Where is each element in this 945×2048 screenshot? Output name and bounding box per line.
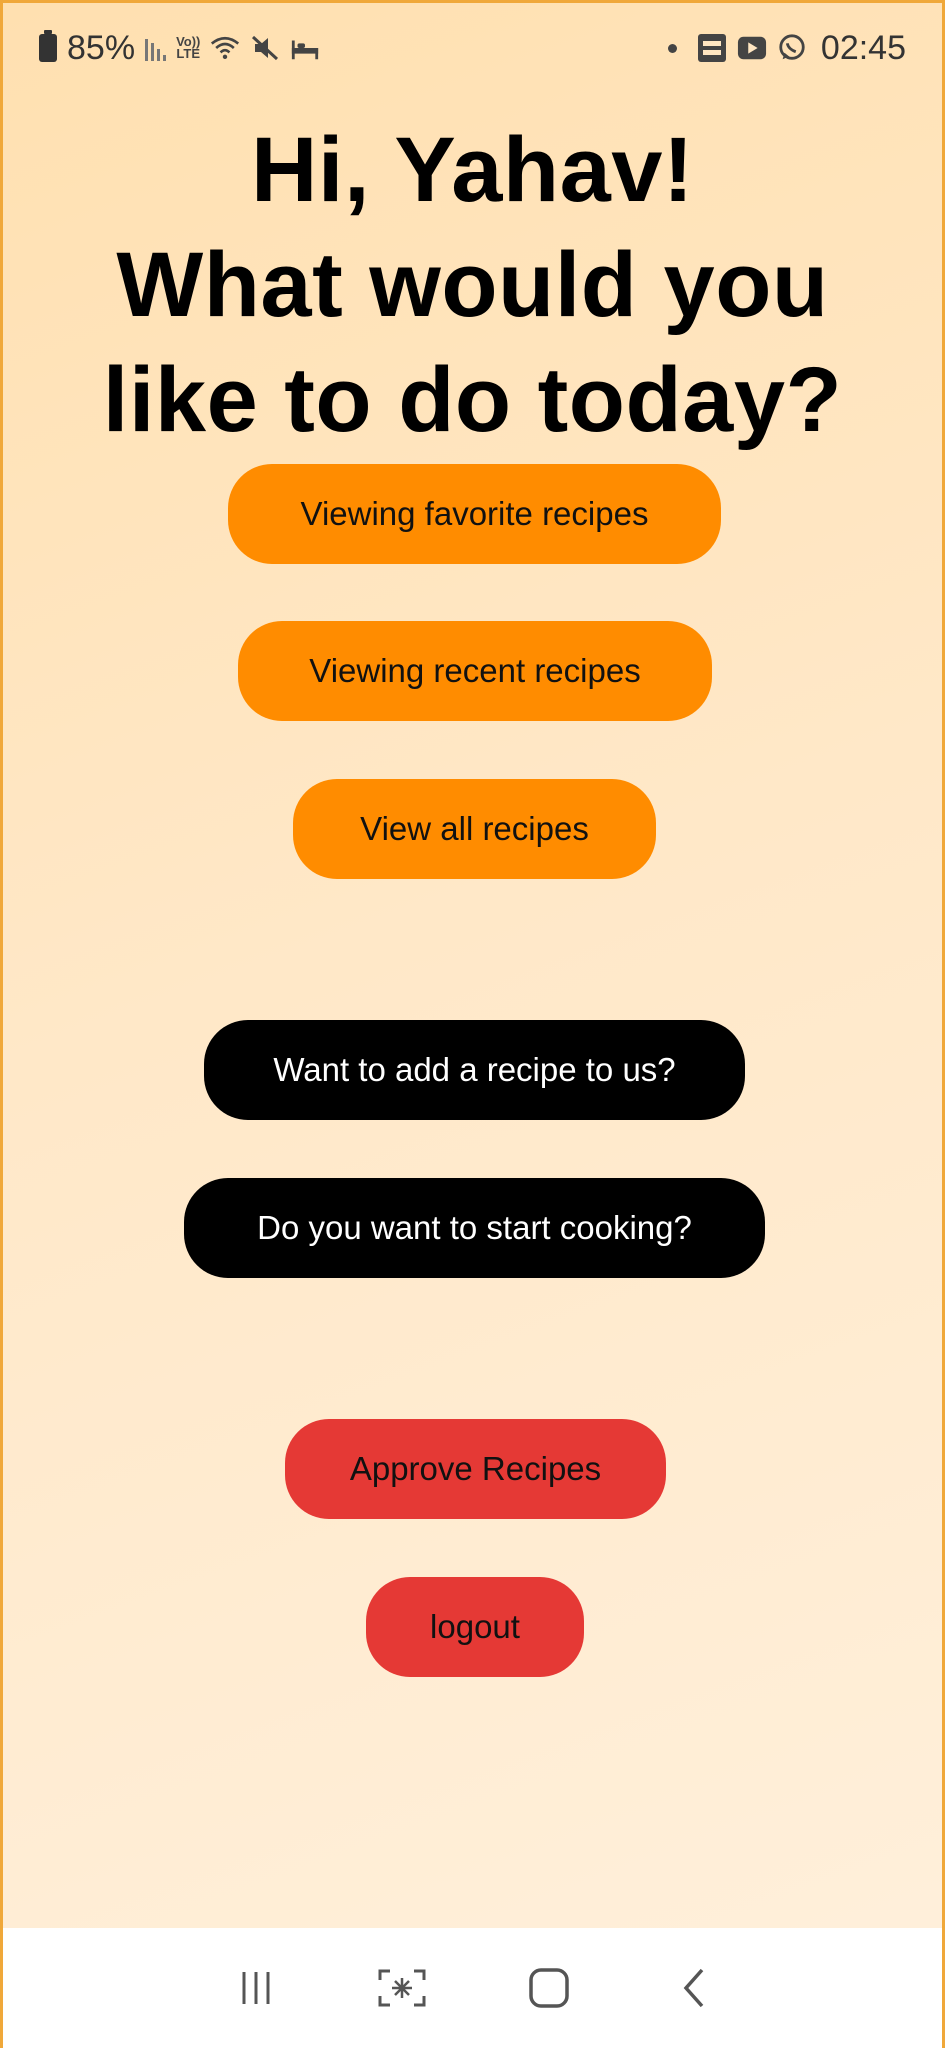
bed-icon xyxy=(290,33,320,63)
recents-icon[interactable] xyxy=(226,1958,286,2018)
volte-icon: Vo)) LTE xyxy=(176,35,201,61)
logout-button[interactable]: logout xyxy=(366,1577,584,1677)
system-nav-bar xyxy=(3,1928,942,2048)
status-bar: 85% Vo)) LTE 02:45 xyxy=(3,3,942,93)
wifi-icon xyxy=(210,33,240,63)
start-cooking-button[interactable]: Do you want to start cooking? xyxy=(184,1178,765,1278)
capture-icon[interactable] xyxy=(372,1958,432,2018)
status-bar-right: 02:45 xyxy=(667,28,906,68)
greeting-line-1: Hi, Yahav! xyxy=(250,119,695,221)
youtube-icon xyxy=(737,33,767,63)
greeting-line-2: What would you xyxy=(116,234,829,336)
greeting-line-3: like to do today? xyxy=(102,349,843,451)
view-all-recipes-button[interactable]: View all recipes xyxy=(293,779,656,879)
mute-icon xyxy=(250,33,280,63)
home-icon[interactable] xyxy=(519,1958,579,2018)
status-time: 02:45 xyxy=(820,28,906,67)
battery-icon xyxy=(39,30,57,62)
battery-percent: 85% xyxy=(67,28,136,67)
signal-icon xyxy=(145,35,167,61)
notification-dot-icon xyxy=(667,43,677,53)
view-recent-recipes-button[interactable]: Viewing recent recipes xyxy=(238,621,712,721)
back-icon[interactable] xyxy=(665,1958,725,2018)
news-icon xyxy=(697,33,727,63)
add-recipe-button[interactable]: Want to add a recipe to us? xyxy=(204,1020,745,1120)
view-favorite-recipes-button[interactable]: Viewing favorite recipes xyxy=(228,464,721,564)
status-bar-left: 85% Vo)) LTE xyxy=(39,29,320,68)
greeting-title: Hi, Yahav! What would you like to do tod… xyxy=(3,113,942,458)
home-screen: 85% Vo)) LTE 02:45 Hi, Yahav! What would… xyxy=(0,0,945,2048)
volte-bottom-text: LTE xyxy=(176,46,201,61)
approve-recipes-button[interactable]: Approve Recipes xyxy=(285,1419,666,1519)
whatsapp-icon xyxy=(777,33,807,63)
